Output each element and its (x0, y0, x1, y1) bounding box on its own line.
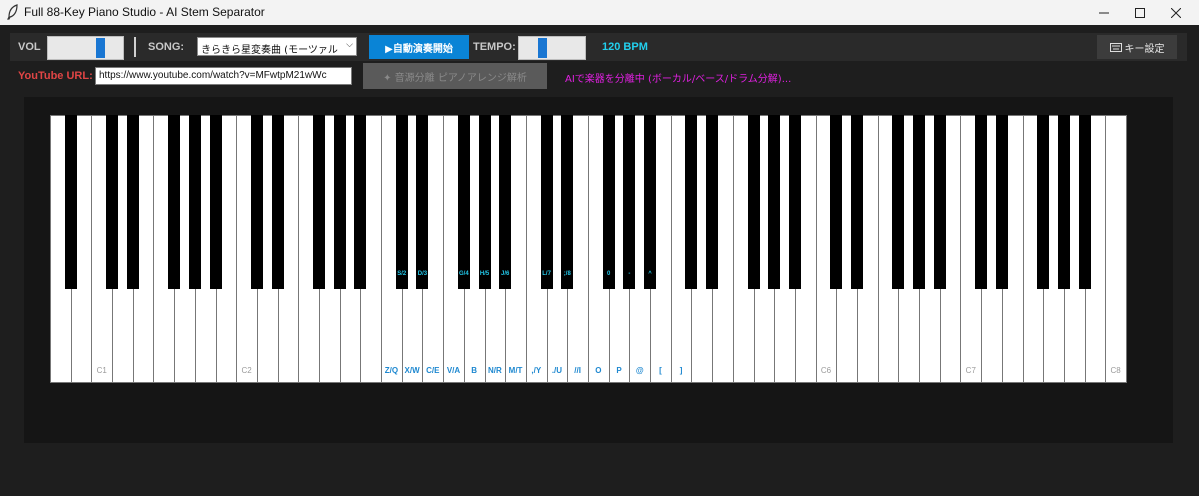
black-key[interactable] (540, 115, 553, 289)
black-key[interactable] (644, 115, 657, 289)
black-key-shortcut-label: J/6 (501, 271, 510, 277)
volume-slider-thumb[interactable] (96, 38, 105, 58)
key-settings-label: キー設定 (1124, 43, 1165, 55)
black-key[interactable] (561, 115, 574, 289)
octave-label: C8 (1110, 366, 1121, 375)
black-key[interactable] (747, 115, 760, 289)
divider (134, 37, 136, 57)
octave-label: C1 (96, 366, 107, 375)
black-key[interactable] (313, 115, 325, 289)
octave-label: C7 (965, 366, 976, 375)
black-key[interactable] (478, 115, 491, 289)
black-key-shortcut-label: L/7 (542, 271, 551, 277)
black-key-shortcut-label: G/4 (459, 271, 469, 277)
black-key[interactable] (168, 115, 181, 289)
black-key[interactable] (913, 115, 926, 289)
black-key[interactable] (126, 115, 139, 289)
black-key-shortcut-label: 0 (607, 271, 611, 277)
black-key[interactable] (106, 115, 119, 289)
black-key[interactable] (706, 115, 719, 289)
black-key[interactable] (1078, 115, 1091, 289)
black-key[interactable] (975, 115, 988, 289)
black-key[interactable] (995, 115, 1008, 289)
piano-keyboard: C1 C2 C6 C7 C8 Z/Q X/W C/E V/A B N/R M/T ,/Y ./U//I O P… (50, 115, 1127, 385)
black-key[interactable] (1057, 115, 1070, 289)
black-key[interactable] (271, 115, 284, 289)
youtube-row: YouTube URL: https://www.youtube.com/wat… (10, 63, 1187, 89)
black-key-shortcut-label: ;/8 (563, 271, 571, 277)
white-key-shortcut-label: ] (679, 366, 683, 375)
tempo-value: 120 BPM (602, 41, 648, 53)
song-label: SONG: (148, 41, 185, 53)
black-key[interactable] (788, 115, 801, 289)
piano-area: C1 C2 C6 C7 C8 Z/Q X/W C/E V/A B N/R M/T ,/Y ./U//I O P… (24, 97, 1173, 443)
youtube-url-value: https://www.youtube.com/watch?v=MFwtpM21… (99, 70, 327, 81)
youtube-url-input[interactable]: https://www.youtube.com/watch?v=MFwtpM21… (95, 67, 352, 85)
title-bar: Full 88-Key Piano Studio - AI Stem Separ… (0, 0, 1199, 25)
tempo-slider-thumb[interactable] (538, 38, 547, 58)
black-key-shortcut-label: - (628, 271, 631, 277)
vol-label: VOL (18, 41, 41, 53)
control-toolbar: VOL SONG: きらきら星変奏曲 (モーツァルト) ⌵ ▶自動演奏開始 TE… (10, 33, 1187, 61)
octave-label: C2 (241, 366, 252, 375)
black-key[interactable] (250, 115, 263, 289)
octave-label: C6 (820, 366, 832, 375)
maximize-icon (1135, 7, 1145, 18)
black-key[interactable] (602, 115, 615, 289)
black-key-shortcut-label: S/2 (397, 271, 407, 277)
song-select[interactable]: きらきら星変奏曲 (モーツァルト) ⌵ (197, 37, 357, 56)
black-key[interactable] (933, 115, 946, 289)
feather-icon (7, 4, 18, 20)
black-key-shortcut-label: ^ (648, 271, 652, 277)
black-key[interactable] (333, 115, 346, 289)
black-key[interactable] (457, 115, 470, 289)
black-key[interactable] (188, 115, 201, 289)
black-key[interactable] (830, 115, 843, 289)
black-key[interactable] (354, 115, 367, 289)
app-body: VOL SONG: きらきら星変奏曲 (モーツァルト) ⌵ ▶自動演奏開始 TE… (0, 25, 1199, 496)
white-key[interactable] (1105, 115, 1127, 383)
chevron-down-icon: ⌵ (346, 40, 353, 50)
youtube-url-label: YouTube URL: (18, 70, 93, 82)
close-button[interactable] (1153, 0, 1199, 25)
black-key[interactable] (1037, 115, 1050, 289)
song-select-value: きらきら星変奏曲 (モーツァルト) (201, 45, 341, 56)
tempo-slider[interactable] (518, 36, 586, 60)
black-key[interactable] (768, 115, 781, 289)
black-key[interactable] (209, 115, 222, 289)
volume-slider[interactable] (47, 36, 124, 60)
black-key[interactable] (395, 115, 408, 289)
black-key[interactable] (685, 115, 698, 289)
key-settings-button[interactable]: キー設定 (1097, 35, 1177, 59)
stem-separate-button[interactable]: ✦ 音源分離 ピアノアレンジ解析 (363, 63, 547, 89)
keyboard-icon (1109, 42, 1122, 52)
status-text: AIで楽器を分離中 (ボーカル/ベース/ドラム分解)... (565, 74, 792, 85)
window-title: Full 88-Key Piano Studio - AI Stem Separ… (24, 5, 265, 19)
black-key-shortcut-label: D/3 (417, 271, 428, 277)
black-key-shortcut-label: H/5 (479, 271, 490, 277)
black-key[interactable] (499, 115, 512, 289)
black-key[interactable] (64, 115, 77, 289)
auto-play-button[interactable]: ▶自動演奏開始 (369, 35, 469, 59)
black-key[interactable] (892, 115, 905, 289)
black-key[interactable] (416, 115, 429, 289)
minimize-icon (1099, 12, 1109, 13)
tempo-label: TEMPO: (473, 41, 516, 53)
black-key[interactable] (623, 115, 636, 289)
black-key[interactable] (851, 115, 863, 289)
close-icon (1171, 7, 1181, 18)
